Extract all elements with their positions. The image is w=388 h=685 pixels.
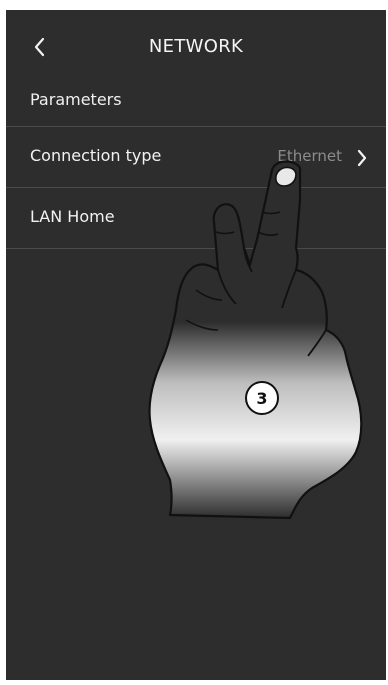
lan-home-row[interactable]: LAN Home	[6, 187, 386, 249]
network-screen: NETWORK Parameters Connection type Ether…	[6, 10, 386, 680]
connection-type-label: Connection type	[30, 146, 162, 165]
page-title: NETWORK	[148, 36, 244, 57]
section-label-parameters: Parameters	[30, 90, 122, 109]
connection-type-value: Ethernet	[277, 147, 342, 165]
header: NETWORK	[6, 10, 386, 80]
chevron-right-icon	[352, 146, 372, 170]
lan-home-label: LAN Home	[30, 207, 115, 226]
connection-type-row[interactable]: Connection type Ethernet	[6, 126, 386, 187]
